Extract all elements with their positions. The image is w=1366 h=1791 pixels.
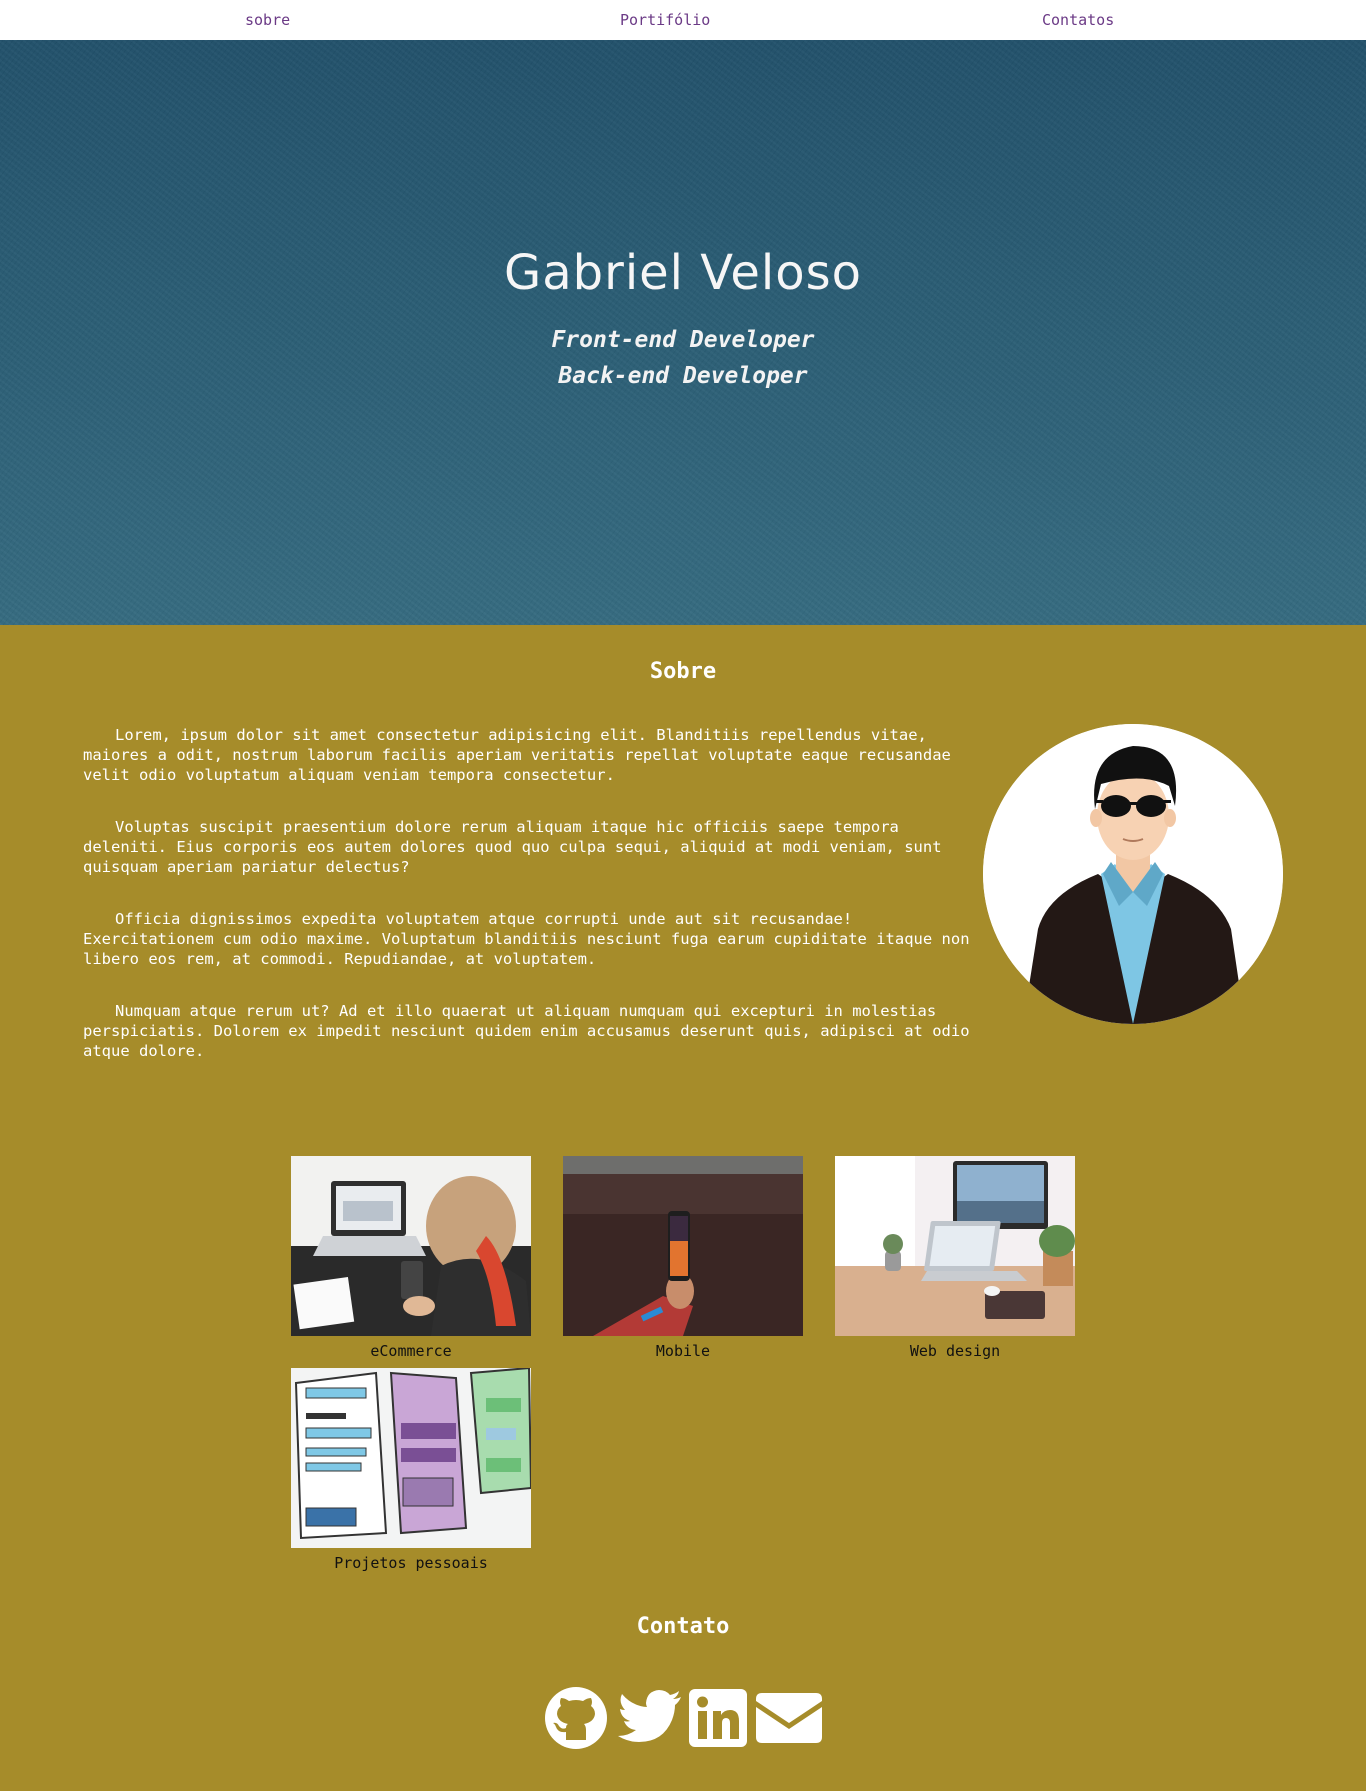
linkedin-icon[interactable] [689,1689,747,1751]
twitter-icon[interactable] [617,1690,683,1750]
portfolio-caption: Web design [909,1342,1001,1360]
nav-link-sobre[interactable]: sobre [245,11,290,29]
top-nav: sobre Portifólio Contatos [0,0,1366,40]
portfolio-card-mobile[interactable]: Mobile [563,1156,803,1360]
about-paragraph: Voluptas suscipit praesentium dolore rer… [83,818,942,876]
nav-link-portfolio[interactable]: Portifólio [620,11,710,29]
portfolio-card-webdesign[interactable]: Web design [835,1156,1075,1360]
portfolio-caption: eCommerce [370,1342,452,1360]
ecommerce-thumbnail [291,1156,531,1336]
about-paragraph: Officia dignissimos expedita voluptatem … [83,910,970,968]
github-icon[interactable] [544,1686,608,1754]
portfolio-card-ecommerce[interactable]: eCommerce [291,1156,531,1360]
envelope-icon[interactable] [756,1693,822,1747]
hero-role-backend: Back-end Developer [558,363,808,389]
about-title: Sobre [649,659,717,684]
nav-link-contatos[interactable]: Contatos [1042,11,1114,29]
contact-icons [0,1686,1366,1750]
contact-title: Contato [636,1614,730,1639]
hero-name: Gabriel Veloso [504,245,862,301]
about-paragraph: Lorem, ipsum dolor sit amet consectetur … [83,726,951,784]
projetos-thumbnail [291,1368,531,1548]
portfolio-caption: Projetos pessoais [334,1554,488,1572]
portfolio-caption: Mobile [655,1342,711,1360]
webdesign-thumbnail [835,1156,1075,1336]
hero-banner: Gabriel Veloso Front-end Developer Back-… [0,40,1366,625]
hero-role-frontend: Front-end Developer [551,327,815,353]
mobile-thumbnail [563,1156,803,1336]
about-paragraph: Numquam atque rerum ut? Ad et illo quaer… [83,1002,970,1060]
portfolio-card-projetos[interactable]: Projetos pessoais [291,1368,531,1572]
avatar-illustration [983,724,1283,1024]
avatar [983,724,1283,1024]
about-text: Lorem, ipsum dolor sit amet consectetur … [83,725,973,1093]
